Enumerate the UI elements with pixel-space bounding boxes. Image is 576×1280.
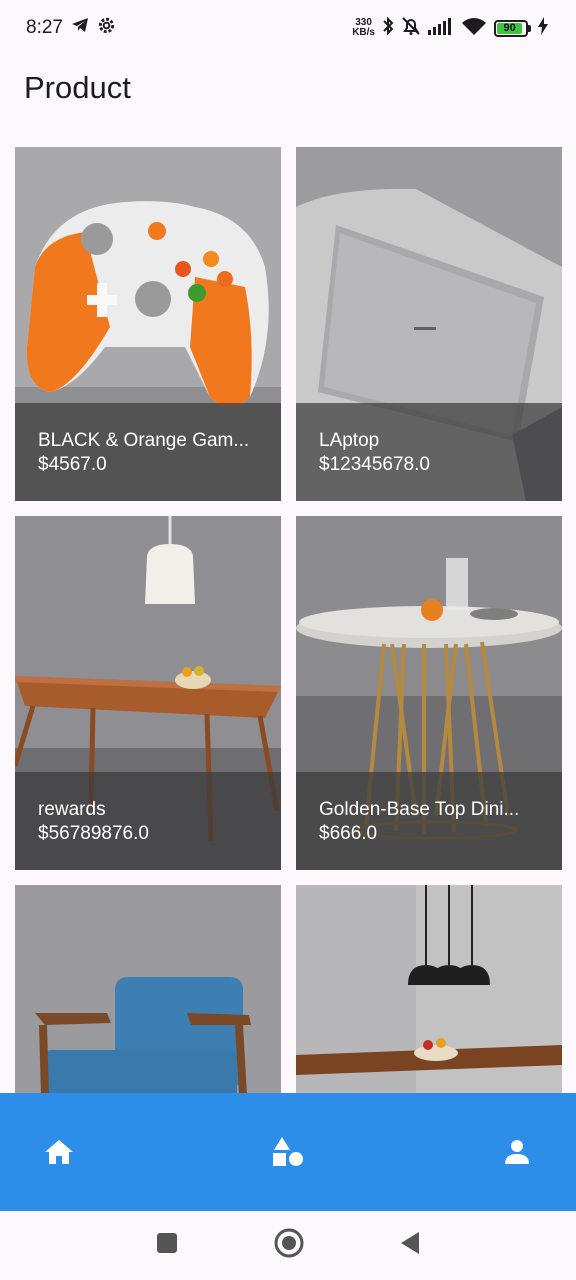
telegram-icon xyxy=(71,17,89,39)
clock: 8:27 xyxy=(26,17,63,38)
product-price: $56789876.0 xyxy=(38,823,149,844)
product-name: Golden-Base Top Dini... xyxy=(319,799,520,820)
product-card[interactable]: rewards $56789876.0 xyxy=(15,516,281,870)
square-icon xyxy=(157,1233,177,1253)
product-card[interactable]: BLACK & Orange Gam... $4567.0 xyxy=(15,147,281,501)
product-name: BLACK & Orange Gam... xyxy=(38,430,250,451)
bluetooth-icon xyxy=(382,16,394,41)
net-speed-unit: KB/s xyxy=(352,27,375,38)
product-card[interactable]: LAptop $12345678.0 xyxy=(296,147,562,501)
back-triangle-icon xyxy=(401,1232,419,1254)
battery-level: 90 xyxy=(497,22,523,34)
status-bar: 8:27 330 KB/s 90 xyxy=(0,0,576,56)
home-system-button[interactable] xyxy=(274,1228,304,1263)
profile-icon xyxy=(505,1140,529,1164)
app-screen: 8:27 330 KB/s 90 Product BLACK & Orange … xyxy=(0,0,576,1280)
recents-button[interactable] xyxy=(155,1231,179,1260)
muted-bell-icon xyxy=(401,16,421,41)
categories-tab[interactable] xyxy=(271,1135,305,1169)
back-button[interactable] xyxy=(399,1230,421,1261)
product-name: LAptop xyxy=(319,430,380,451)
system-navigation-bar xyxy=(0,1211,576,1280)
settings-gear-icon xyxy=(97,16,116,41)
network-speed: 330 KB/s xyxy=(352,18,375,38)
product-info: LAptop $12345678.0 xyxy=(296,403,562,501)
product-name: rewards xyxy=(38,799,106,820)
home-icon xyxy=(45,1140,73,1164)
product-price: $4567.0 xyxy=(38,454,107,475)
product-card[interactable]: Golden-Base Top Dini... $666.0 xyxy=(296,516,562,870)
page-title: Product xyxy=(24,70,131,105)
battery-tip xyxy=(528,24,531,32)
battery-indicator: 90 xyxy=(494,19,531,37)
bottom-navigation-bar xyxy=(0,1093,576,1211)
charging-icon xyxy=(538,16,548,40)
categories-icon xyxy=(273,1137,303,1166)
product-info: Golden-Base Top Dini... $666.0 xyxy=(296,772,562,870)
home-tab[interactable] xyxy=(42,1135,76,1169)
product-info: BLACK & Orange Gam... $4567.0 xyxy=(15,403,281,501)
product-info: rewards $56789876.0 xyxy=(15,772,281,870)
product-price: $666.0 xyxy=(319,823,378,844)
battery-body: 90 xyxy=(494,19,528,37)
profile-tab[interactable] xyxy=(500,1135,534,1169)
signal-icon xyxy=(428,17,454,40)
wifi-icon xyxy=(461,16,487,41)
status-right: 330 KB/s 90 xyxy=(352,16,548,41)
product-price: $12345678.0 xyxy=(319,454,430,475)
circle-icon xyxy=(274,1228,304,1258)
status-left: 8:27 xyxy=(26,16,116,41)
